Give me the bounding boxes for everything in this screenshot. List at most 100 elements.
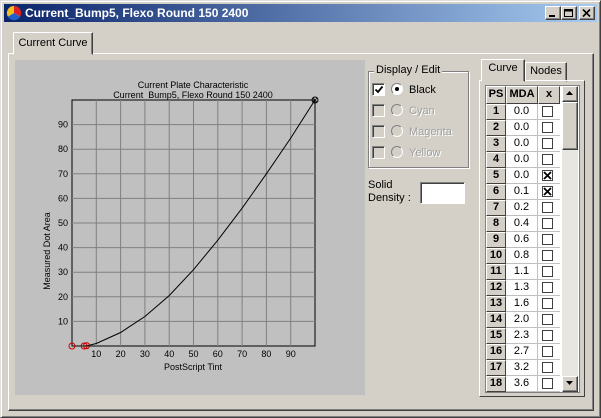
cell-mda[interactable]: 2.3 <box>506 328 538 344</box>
node-checkbox[interactable] <box>542 234 553 245</box>
cell-mda[interactable]: 0.0 <box>506 104 538 120</box>
cell-mda[interactable]: 0.0 <box>506 136 538 152</box>
scroll-thumb[interactable] <box>562 102 578 150</box>
table-row[interactable]: 14 2.0 <box>486 312 560 328</box>
cell-mda[interactable]: 1.3 <box>506 280 538 296</box>
cell-ps[interactable]: 9 <box>486 232 506 248</box>
cell-ps[interactable]: 4 <box>486 152 506 168</box>
node-checkbox[interactable] <box>542 314 553 325</box>
cell-mda[interactable]: 0.0 <box>506 152 538 168</box>
tab-current-curve[interactable]: Current Curve <box>13 32 93 55</box>
cell-mda[interactable]: 0.2 <box>506 200 538 216</box>
ink-row-black[interactable]: Black <box>372 82 468 98</box>
yellow-display-checkbox[interactable] <box>372 146 385 159</box>
cell-ps[interactable]: 8 <box>486 216 506 232</box>
title-bar[interactable]: Current_Bump5, Flexo Round 150 2400 <box>4 4 597 22</box>
node-checkbox[interactable] <box>542 106 553 117</box>
node-checkbox[interactable] <box>542 362 553 373</box>
header-x[interactable]: x <box>538 86 560 104</box>
cell-mda[interactable]: 0.1 <box>506 184 538 200</box>
cell-mda[interactable]: 3.6 <box>506 376 538 392</box>
header-mda[interactable]: MDA <box>506 86 538 104</box>
cell-ps[interactable]: 1 <box>486 104 506 120</box>
cell-mda[interactable]: 0.0 <box>506 168 538 184</box>
black-display-checkbox[interactable] <box>372 83 385 96</box>
table-row[interactable]: 15 2.3 <box>486 328 560 344</box>
cell-ps[interactable]: 16 <box>486 344 506 360</box>
cell-ps[interactable]: 2 <box>486 120 506 136</box>
table-row[interactable]: 4 0.0 <box>486 152 560 168</box>
node-checkbox[interactable] <box>542 154 553 165</box>
cell-mda[interactable]: 2.7 <box>506 344 538 360</box>
table-row[interactable]: 16 2.7 <box>486 344 560 360</box>
cell-ps[interactable]: 15 <box>486 328 506 344</box>
node-checkbox[interactable] <box>542 202 553 213</box>
cell-ps[interactable]: 6 <box>486 184 506 200</box>
node-checkbox[interactable] <box>542 346 553 357</box>
tab-nodes[interactable]: Nodes <box>525 62 567 82</box>
table-row[interactable]: 12 1.3 <box>486 280 560 296</box>
ink-row-magenta[interactable]: Magenta <box>372 124 468 140</box>
node-checkbox[interactable] <box>542 218 553 229</box>
magenta-display-checkbox[interactable] <box>372 125 385 138</box>
cell-mda[interactable]: 0.0 <box>506 120 538 136</box>
table-row[interactable]: 17 3.2 <box>486 360 560 376</box>
header-ps[interactable]: PS <box>486 86 506 104</box>
cell-ps[interactable]: 14 <box>486 312 506 328</box>
solid-density-input[interactable] <box>420 182 465 204</box>
cell-ps[interactable]: 11 <box>486 264 506 280</box>
node-checkbox[interactable] <box>542 378 553 389</box>
cell-mda[interactable]: 1.6 <box>506 296 538 312</box>
cell-mda[interactable]: 1.1 <box>506 264 538 280</box>
node-checkbox[interactable] <box>542 266 553 277</box>
grid-scrollbar[interactable] <box>562 86 578 392</box>
node-checkbox[interactable] <box>542 250 553 261</box>
black-edit-radio[interactable] <box>391 83 403 95</box>
cell-ps[interactable]: 12 <box>486 280 506 296</box>
cell-mda[interactable]: 0.6 <box>506 232 538 248</box>
table-row[interactable]: 10 0.8 <box>486 248 560 264</box>
node-checkbox[interactable] <box>542 330 553 341</box>
cell-ps[interactable]: 18 <box>486 376 506 392</box>
node-checkbox[interactable] <box>542 138 553 149</box>
ink-row-cyan[interactable]: Cyan <box>372 103 468 119</box>
table-row[interactable]: 8 0.4 <box>486 216 560 232</box>
cell-ps[interactable]: 3 <box>486 136 506 152</box>
cell-ps[interactable]: 10 <box>486 248 506 264</box>
cyan-display-checkbox[interactable] <box>372 104 385 117</box>
cell-ps[interactable]: 7 <box>486 200 506 216</box>
scroll-down-button[interactable] <box>562 376 578 392</box>
cell-ps[interactable]: 17 <box>486 360 506 376</box>
table-row[interactable]: 5 0.0 <box>486 168 560 184</box>
table-row[interactable]: 3 0.0 <box>486 136 560 152</box>
node-checkbox[interactable] <box>542 170 553 181</box>
table-row[interactable]: 9 0.6 <box>486 232 560 248</box>
cyan-edit-radio[interactable] <box>391 104 403 116</box>
cell-mda[interactable]: 2.0 <box>506 312 538 328</box>
table-row[interactable]: 6 0.1 <box>486 184 560 200</box>
magenta-edit-radio[interactable] <box>391 125 403 137</box>
tab-curve[interactable]: Curve <box>481 59 525 82</box>
table-row[interactable]: 1 0.0 <box>486 104 560 120</box>
table-row[interactable]: 13 1.6 <box>486 296 560 312</box>
ink-row-yellow[interactable]: Yellow <box>372 145 468 161</box>
node-checkbox[interactable] <box>542 298 553 309</box>
table-row[interactable]: 7 0.2 <box>486 200 560 216</box>
cell-mda[interactable]: 3.2 <box>506 360 538 376</box>
cell-ps[interactable]: 13 <box>486 296 506 312</box>
table-row[interactable]: 18 3.6 <box>486 376 560 392</box>
node-checkbox[interactable] <box>542 282 553 293</box>
scroll-up-button[interactable] <box>562 86 578 102</box>
close-button[interactable] <box>579 6 595 20</box>
maximize-button[interactable] <box>561 6 577 20</box>
curve-chart[interactable]: Current Plate Characteristic Current_Bum… <box>15 60 365 395</box>
yellow-edit-radio[interactable] <box>391 146 403 158</box>
node-checkbox[interactable] <box>542 186 553 197</box>
table-row[interactable]: 2 0.0 <box>486 120 560 136</box>
cell-ps[interactable]: 5 <box>486 168 506 184</box>
node-checkbox[interactable] <box>542 122 553 133</box>
minimize-button[interactable] <box>545 6 561 20</box>
cell-mda[interactable]: 0.4 <box>506 216 538 232</box>
cell-mda[interactable]: 0.8 <box>506 248 538 264</box>
table-row[interactable]: 11 1.1 <box>486 264 560 280</box>
